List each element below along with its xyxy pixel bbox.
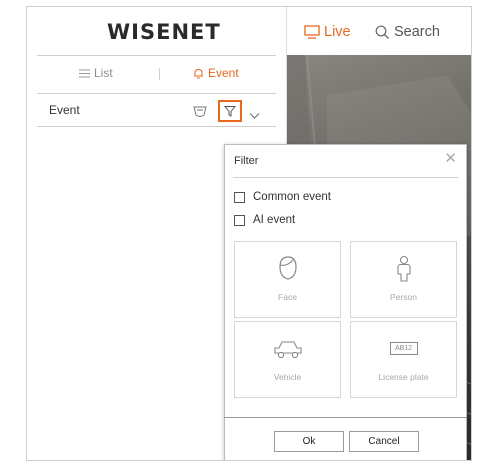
nav-live[interactable]: Live [304,24,351,40]
divider [37,93,276,94]
nav-live-label: Live [324,24,351,40]
license-plate-filter-card[interactable]: AB12 License plate [350,321,457,398]
tab-list-label: List [94,66,113,80]
face-icon [278,256,297,280]
event-toolbar: Event [27,96,286,124]
divider [37,126,276,127]
cancel-button[interactable]: Cancel [349,431,419,452]
person-filter-card[interactable]: Person [350,241,457,318]
face-label: Face [278,292,297,302]
license-plate-text: AB12 [394,345,413,352]
ai-event-option[interactable]: AI event [234,214,295,226]
filter-dialog: Filter ✕ Common event AI event Face Pers… [224,144,467,460]
license-plate-label: License plate [378,372,429,382]
bell-icon [194,68,203,78]
ai-search-icon [470,24,472,40]
panel-tabs: List Event [27,62,286,86]
nav-search-label: Search [394,24,440,40]
monitor-icon [304,25,320,39]
event-filter-clear-icon[interactable] [193,103,207,122]
nav-search[interactable]: Search [375,24,440,40]
tab-list[interactable]: List [79,66,113,80]
divider [224,417,467,418]
common-event-checkbox[interactable] [234,191,245,203]
face-filter-card[interactable]: Face [234,241,341,318]
filter-dialog-title: Filter [234,155,259,167]
ai-event-label: AI event [253,214,296,226]
filter-button[interactable] [218,100,242,122]
list-icon [79,69,90,77]
ai-event-checkbox[interactable] [234,214,245,226]
filter-icon [224,106,236,117]
ok-button[interactable]: Ok [274,431,344,452]
common-event-label: Common event [253,191,331,203]
event-title: Event [49,103,80,117]
chevron-down-icon[interactable] [249,105,260,124]
wisenet-logo: WISENET [107,20,221,44]
divider [37,55,276,56]
tab-separator [159,68,160,80]
tab-event[interactable]: Event [193,66,239,80]
divider [233,177,458,178]
top-nav: Live Search [287,7,471,55]
search-icon [375,25,389,39]
person-icon [396,255,411,282]
app-window: Live Search WISENET List Event Event Fil… [26,6,472,461]
license-plate-icon: AB12 [389,342,418,355]
common-event-option[interactable]: Common event [234,191,331,203]
tab-event-label: Event [208,66,239,80]
vehicle-label: Vehicle [273,372,302,382]
close-icon[interactable]: ✕ [444,151,457,166]
vehicle-icon [273,341,302,359]
vehicle-filter-card[interactable]: Vehicle [234,321,341,398]
person-label: Person [390,292,417,302]
nav-more[interactable] [470,24,472,40]
